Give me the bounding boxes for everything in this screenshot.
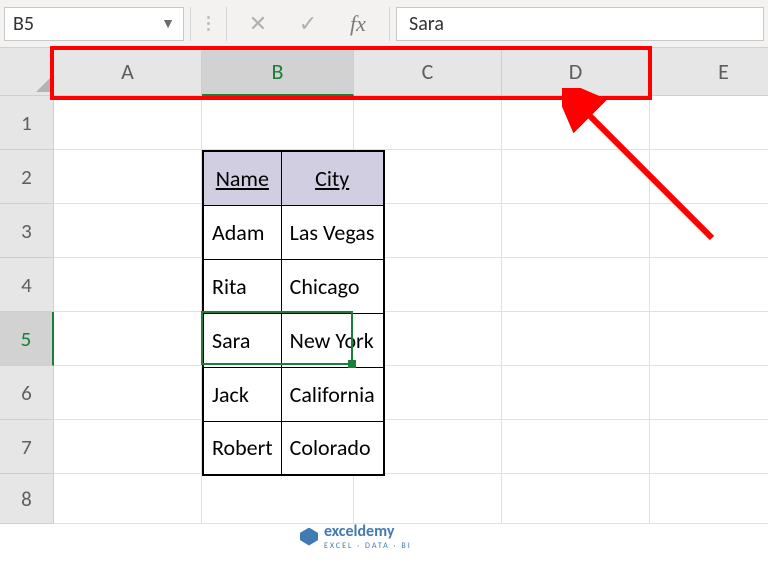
column-header-D[interactable]: D [502, 48, 650, 96]
row-header-1[interactable]: 1 [0, 96, 54, 150]
name-box-value: B5 [13, 12, 34, 36]
table-row: AdamLas Vegas [203, 205, 384, 259]
cell[interactable] [54, 312, 202, 366]
row-header-8[interactable]: 8 [0, 474, 54, 524]
table-cell[interactable]: Adam [203, 205, 281, 259]
table-row: RobertColorado [203, 421, 384, 475]
table-cell[interactable]: Chicago [281, 259, 384, 313]
table-cell[interactable]: Jack [203, 367, 281, 421]
cell[interactable] [502, 204, 650, 258]
cell[interactable] [502, 96, 650, 150]
cell[interactable] [650, 474, 768, 524]
table-cell[interactable]: New York [281, 313, 384, 367]
row-header-5[interactable]: 5 [0, 312, 54, 366]
table-row: RitaChicago [203, 259, 384, 313]
cell[interactable] [502, 420, 650, 474]
table-header[interactable]: Name [203, 151, 281, 205]
row-header-7[interactable]: 7 [0, 420, 54, 474]
cell[interactable] [650, 204, 768, 258]
table-cell[interactable]: Rita [203, 259, 281, 313]
divider [389, 7, 390, 41]
select-all-button[interactable] [0, 48, 54, 96]
cell[interactable] [54, 150, 202, 204]
cell[interactable] [650, 366, 768, 420]
brand-tagline: EXCEL · DATA · BI [324, 541, 412, 551]
cell[interactable] [650, 258, 768, 312]
table-cell[interactable]: Robert [203, 421, 281, 475]
row-header-3[interactable]: 3 [0, 204, 54, 258]
row-header-2[interactable]: 2 [0, 150, 54, 204]
fx-icon: fx [350, 11, 366, 37]
close-icon: ✕ [249, 10, 267, 37]
column-header-E[interactable]: E [650, 48, 768, 96]
cell[interactable] [54, 96, 202, 150]
row-headers: 12345678 [0, 96, 54, 524]
formula-input[interactable]: Sara [396, 7, 764, 41]
formula-value: Sara [409, 12, 444, 36]
name-box[interactable]: B5 ▼ [4, 7, 184, 41]
cell[interactable] [202, 474, 354, 524]
table-cell[interactable]: Colorado [281, 421, 384, 475]
row-header-4[interactable]: 4 [0, 258, 54, 312]
cell[interactable] [650, 150, 768, 204]
table-cell[interactable]: Las Vegas [281, 205, 384, 259]
confirm-button[interactable]: ✓ [283, 4, 333, 44]
column-headers: ABCDE [54, 48, 768, 96]
row-header-6[interactable]: 6 [0, 366, 54, 420]
cell[interactable] [502, 474, 650, 524]
table-row: SaraNew York [203, 313, 384, 367]
cell[interactable] [54, 204, 202, 258]
column-header-A[interactable]: A [54, 48, 202, 96]
cell[interactable] [650, 96, 768, 150]
cell[interactable] [650, 420, 768, 474]
cell[interactable] [502, 150, 650, 204]
table-cell[interactable]: Sara [203, 313, 281, 367]
data-table: NameCityAdamLas VegasRitaChicagoSaraNew … [202, 150, 385, 476]
cell[interactable] [54, 474, 202, 524]
divider [226, 7, 227, 41]
cell[interactable] [502, 366, 650, 420]
brand-name: exceldemy [324, 522, 394, 541]
cell[interactable] [354, 96, 502, 150]
cell[interactable] [54, 366, 202, 420]
cancel-button[interactable]: ✕ [233, 4, 283, 44]
table-header[interactable]: City [281, 151, 384, 205]
cell[interactable] [54, 420, 202, 474]
cell[interactable] [202, 96, 354, 150]
cell[interactable] [650, 312, 768, 366]
logo-icon [300, 528, 318, 546]
column-header-B[interactable]: B [202, 48, 354, 96]
watermark: exceldemy EXCEL · DATA · BI [300, 522, 412, 551]
table-row: JackCalifornia [203, 367, 384, 421]
cell[interactable] [54, 258, 202, 312]
insert-function-button[interactable]: fx [333, 4, 383, 44]
watermark-text: exceldemy EXCEL · DATA · BI [324, 522, 412, 551]
formula-bar: B5 ▼ ✕ ✓ fx Sara [0, 0, 768, 48]
cell[interactable] [502, 258, 650, 312]
divider [190, 7, 191, 41]
cell[interactable] [502, 312, 650, 366]
drag-dots-icon[interactable] [207, 16, 210, 31]
table-cell[interactable]: California [281, 367, 384, 421]
check-icon: ✓ [299, 10, 317, 37]
dropdown-icon[interactable]: ▼ [161, 15, 175, 32]
cell[interactable] [354, 474, 502, 524]
column-header-C[interactable]: C [354, 48, 502, 96]
